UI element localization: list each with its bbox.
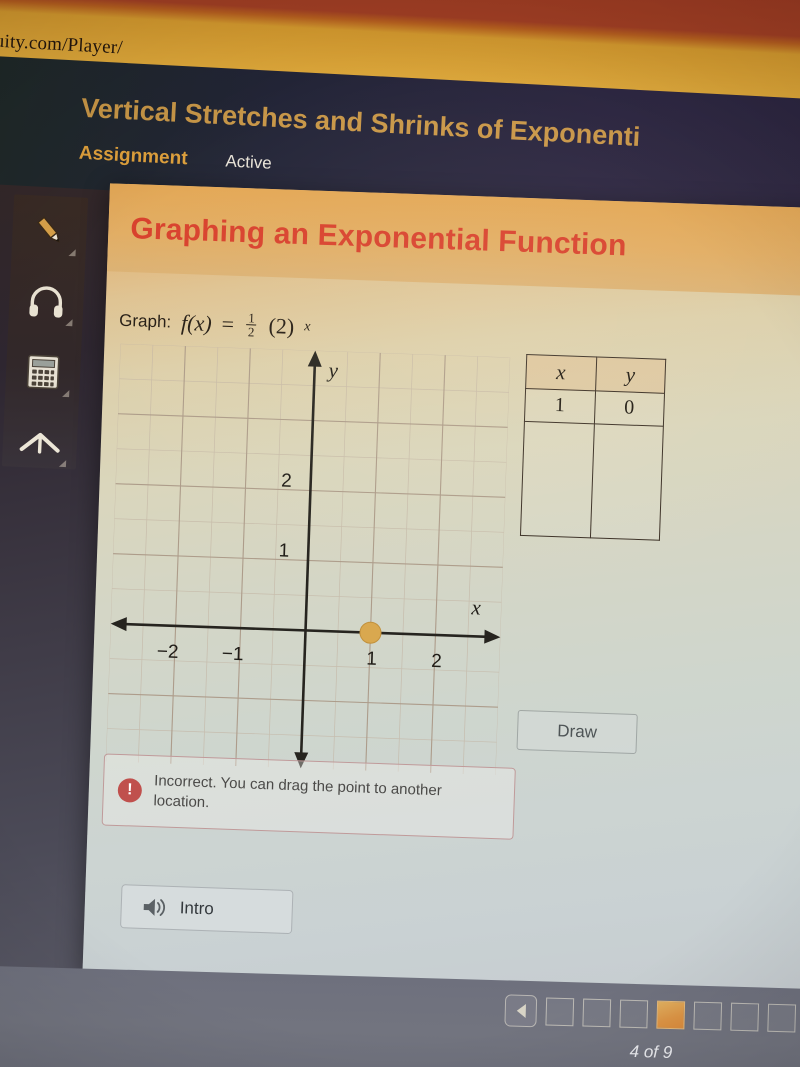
axes [116, 356, 495, 761]
tick-labels: 2 1 −2 −1 1 2 [156, 470, 442, 672]
coordinate-plane[interactable]: y x 2 1 −2 −1 1 2 [105, 343, 511, 776]
x-tick-neg2: −2 [156, 641, 178, 663]
tool-corner-marker [65, 318, 73, 327]
page-box-1[interactable] [545, 997, 575, 1027]
table-row-empty [520, 421, 664, 541]
y-tick-1: 1 [278, 540, 289, 561]
tool-corner-marker [58, 459, 67, 468]
error-exclamation-icon: ! [117, 777, 143, 803]
y-tick-2: 2 [281, 470, 292, 491]
intro-button-label: Intro [179, 898, 215, 919]
y-axis-label: y [326, 358, 339, 382]
screen-photo: ★ gn out uity.com/Player/ Vertical Stret… [0, 0, 800, 1067]
equation-base: (2) [268, 312, 295, 339]
chevron-up-icon [19, 432, 60, 454]
table-row: 1 0 [524, 388, 665, 426]
table-cell-empty-x [520, 421, 594, 538]
collapse-tool[interactable] [10, 416, 70, 469]
assignment-row: Assignment Active [78, 143, 272, 175]
speaker-icon [143, 898, 166, 916]
tool-corner-marker [68, 248, 76, 256]
pencil-icon [36, 216, 60, 243]
y-axis [299, 356, 317, 761]
tool-corner-marker [62, 389, 70, 397]
lesson-title: Vertical Stretches and Shrinks of Expone… [80, 92, 642, 153]
equation-exponent: x [303, 319, 311, 335]
plot-svg: y x 2 1 −2 −1 1 2 [105, 343, 511, 776]
assignment-label: Assignment [78, 142, 189, 170]
page-box-2[interactable] [582, 998, 612, 1028]
equation-fraction: 1 2 [246, 310, 258, 340]
y-axis-arrow-up [307, 350, 322, 367]
previous-page-button[interactable] [504, 994, 538, 1028]
page-counter: 4 of 9 [629, 1041, 673, 1063]
table-header-row: x y [525, 354, 666, 394]
plotted-point[interactable] [359, 621, 382, 644]
prompt-label: Graph: [118, 310, 172, 332]
x-axis-arrow-right [484, 629, 501, 644]
x-tick-neg1: −1 [221, 644, 243, 666]
fraction-denominator: 2 [247, 324, 255, 340]
graph-prompt: Graph: f(x) = 1 2 (2) x [119, 307, 311, 341]
table-cell-empty-y [589, 423, 664, 541]
assignment-status: Active [225, 151, 273, 173]
table-cell-x: 1 [524, 388, 596, 424]
table-header-x: x [525, 354, 597, 391]
feedback-message: Incorrect. You can drag the point to ano… [153, 771, 443, 812]
calculator-icon [26, 354, 60, 390]
left-toolbar [1, 194, 89, 470]
page-box-3[interactable] [619, 999, 649, 1029]
page-box-7[interactable] [767, 1003, 797, 1033]
draw-button-label: Draw [557, 721, 598, 742]
draw-button[interactable]: Draw [516, 709, 638, 755]
activity-card: Graphing an Exponential Function Graph: … [82, 183, 800, 999]
page-box-4[interactable] [656, 1000, 686, 1030]
caret-left-icon [516, 1003, 526, 1018]
page-box-5[interactable] [693, 1001, 723, 1031]
equation-equals: = [221, 311, 235, 337]
calculator-tool[interactable] [13, 346, 73, 399]
table-cell-y: 0 [593, 390, 665, 426]
x-axis-arrow-left [110, 617, 127, 632]
pager [504, 994, 800, 1036]
address-bar-url[interactable]: uity.com/Player/ [0, 31, 123, 60]
table-header-y: y [595, 356, 666, 394]
xy-table: x y 1 0 [519, 353, 667, 541]
intro-button[interactable]: Intro [120, 884, 294, 935]
x-tick-2: 2 [431, 651, 442, 672]
headphones-icon [29, 286, 63, 318]
page-box-6[interactable] [730, 1002, 760, 1032]
equation-function: f(x) [180, 309, 213, 336]
feedback-banner: ! Incorrect. You can drag the point to a… [101, 753, 516, 840]
headphones-tool[interactable] [16, 275, 76, 328]
pencil-tool[interactable] [19, 205, 79, 258]
x-axis-label: x [470, 595, 482, 619]
x-tick-1: 1 [366, 649, 377, 670]
